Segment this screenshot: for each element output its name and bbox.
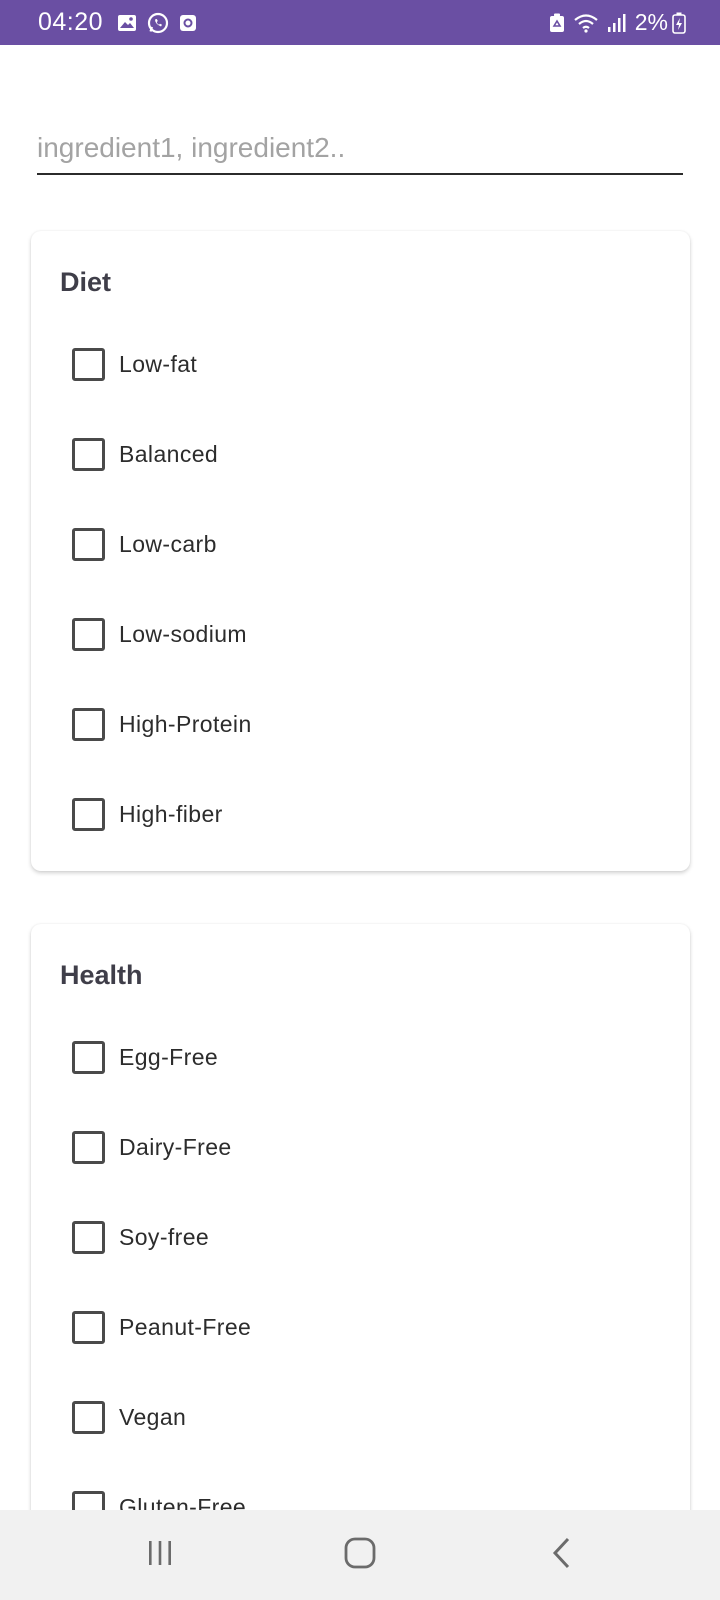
home-button[interactable] — [310, 1510, 410, 1600]
health-option-peanut-free[interactable]: Peanut-Free — [72, 1302, 251, 1352]
checkbox[interactable] — [72, 347, 105, 381]
gallery-icon — [117, 14, 137, 32]
checkbox[interactable] — [72, 1040, 105, 1074]
home-icon — [343, 1536, 377, 1575]
recycle-icon — [549, 13, 565, 33]
option-label: Egg-Free — [119, 1043, 219, 1070]
option-label: Low-carb — [119, 530, 217, 557]
health-option-dairy-free[interactable]: Dairy-Free — [72, 1122, 232, 1172]
option-label: Low-sodium — [119, 620, 247, 647]
option-label: Low-fat — [119, 350, 198, 377]
checkbox[interactable] — [72, 1130, 105, 1164]
checkbox[interactable] — [72, 1220, 105, 1254]
whatsapp-icon — [147, 12, 169, 34]
diet-title: Diet — [60, 267, 112, 297]
health-card: Health Egg-Free Dairy-Free Soy-free Pean… — [31, 924, 690, 1510]
status-bar: 04:20 2% — [0, 0, 720, 45]
checkbox[interactable] — [72, 1490, 105, 1510]
status-time: 04:20 — [38, 8, 104, 36]
diet-option-balanced[interactable]: Balanced — [72, 429, 218, 479]
recent-apps-icon — [145, 1538, 175, 1573]
health-option-soy-free[interactable]: Soy-free — [72, 1212, 209, 1262]
diet-option-low-fat[interactable]: Low-fat — [72, 339, 197, 389]
checkbox[interactable] — [72, 707, 105, 741]
diet-option-high-protein[interactable]: High-Protein — [72, 699, 252, 749]
option-label: Dairy-Free — [119, 1133, 232, 1160]
option-label: Soy-free — [119, 1223, 210, 1250]
option-label: Peanut-Free — [119, 1313, 252, 1340]
health-option-gluten-free[interactable]: Gluten-Free — [72, 1482, 246, 1510]
app-notification-icon — [179, 14, 197, 32]
option-label: High-fiber — [119, 800, 223, 827]
checkbox[interactable] — [72, 1400, 105, 1434]
ingredients-input[interactable] — [37, 129, 683, 175]
option-label: Gluten-Free — [119, 1493, 247, 1511]
option-label: High-Protein — [119, 710, 252, 737]
health-option-vegan[interactable]: Vegan — [72, 1392, 186, 1442]
content-area: Diet Low-fat Balanced Low-carb Low-sodiu… — [0, 45, 720, 1510]
diet-option-low-sodium[interactable]: Low-sodium — [72, 609, 247, 659]
checkbox[interactable] — [72, 527, 105, 561]
phone-screen: 04:20 2% ingredient1, ingredient2.. Diet… — [0, 0, 720, 1600]
wifi-icon — [573, 13, 599, 33]
checkbox[interactable] — [72, 437, 105, 471]
back-button[interactable] — [512, 1510, 612, 1600]
option-label: Balanced — [119, 440, 219, 467]
checkbox[interactable] — [72, 617, 105, 651]
diet-option-high-fiber[interactable]: High-fiber — [72, 789, 223, 839]
recent-apps-button[interactable] — [110, 1510, 210, 1600]
diet-card: Diet Low-fat Balanced Low-carb Low-sodiu… — [31, 231, 690, 871]
diet-option-low-carb[interactable]: Low-carb — [72, 519, 217, 569]
checkbox[interactable] — [72, 797, 105, 831]
signal-icon — [607, 13, 627, 33]
battery-level: 2% — [634, 9, 668, 35]
health-title: Health — [60, 960, 143, 990]
navigation-bar — [0, 1510, 720, 1600]
health-option-egg-free[interactable]: Egg-Free — [72, 1032, 218, 1082]
checkbox[interactable] — [72, 1310, 105, 1344]
option-label: Vegan — [119, 1403, 187, 1430]
battery-charging-icon — [672, 12, 686, 34]
back-icon — [550, 1536, 574, 1575]
